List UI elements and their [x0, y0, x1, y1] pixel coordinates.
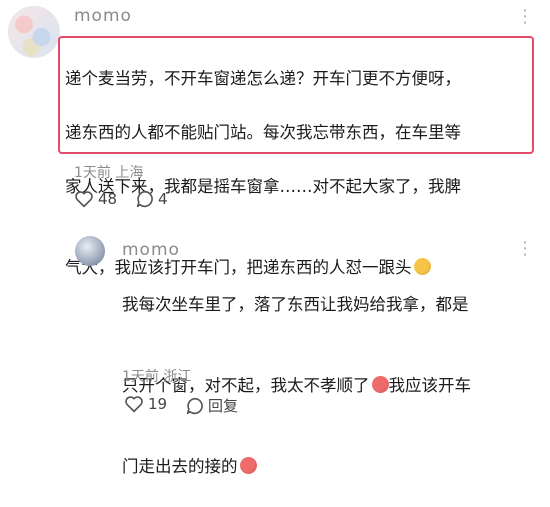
comment-icon [136, 190, 153, 208]
comment-button[interactable]: 4 [136, 190, 168, 208]
emoji-icon [239, 457, 257, 474]
avatar[interactable] [8, 6, 60, 58]
reply-like-count: 19 [148, 395, 168, 413]
reply-location: 浙江 [163, 369, 192, 385]
reply-line-tail: 我应该开车 [388, 376, 472, 395]
username[interactable]: momo [74, 6, 132, 26]
comment-line: 递东西的人都不能贴门站。每次我忘带东西，在车里等 [65, 123, 461, 142]
heart-icon [75, 191, 93, 208]
like-button[interactable]: 48 [74, 190, 117, 208]
comment-icon [186, 397, 203, 414]
reply-button[interactable]: 回复 [186, 395, 238, 416]
comment-location: 上海 [115, 165, 144, 181]
reply-line: 门走出去的接的 [122, 457, 238, 476]
more-icon[interactable]: ⋮ [516, 6, 535, 27]
reply-username[interactable]: momo [122, 240, 180, 260]
comment-meta: 1天前 上海 [74, 162, 143, 182]
reply-avatar[interactable] [75, 236, 105, 266]
comment-time: 1天前 [74, 165, 111, 181]
reply-like-button[interactable]: 19 [124, 395, 167, 413]
reply-meta: 1天前 浙江 [122, 366, 191, 386]
reply-time: 1天前 [122, 369, 159, 385]
like-count: 48 [98, 190, 118, 208]
emoji-icon [371, 376, 389, 393]
heart-icon [125, 396, 143, 413]
reply-label: 回复 [208, 397, 239, 415]
reply-more-icon[interactable]: ⋮ [516, 238, 535, 259]
reply-line: 我每次坐车里了，落了东西让我妈给我拿，都是 [122, 295, 469, 314]
comment-line: 递个麦当劳，不开车窗递怎么递？开车门更不方便呀， [65, 69, 461, 88]
comment-count: 4 [158, 190, 168, 208]
